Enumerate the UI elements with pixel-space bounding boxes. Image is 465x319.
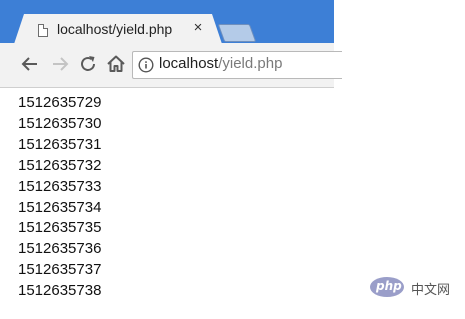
- output-line: 1512635732: [18, 156, 102, 174]
- php-logo: php: [370, 277, 404, 297]
- home-icon[interactable]: [104, 52, 128, 76]
- url-host: localhost: [159, 55, 219, 72]
- browser-window: localhost/yield.php × localhost/yield.ph…: [0, 0, 465, 319]
- url-path: /yield.php: [218, 55, 283, 72]
- address-url[interactable]: localhost/yield.php: [159, 55, 282, 72]
- output-line: 1512635733: [18, 177, 102, 195]
- close-icon[interactable]: ×: [190, 20, 206, 36]
- php-logo-text: php: [376, 279, 402, 293]
- new-tab-button[interactable]: [217, 24, 257, 42]
- info-icon[interactable]: [138, 57, 154, 73]
- output-line: 1512635729: [18, 94, 102, 111]
- page-icon: [38, 24, 48, 37]
- reload-icon[interactable]: [76, 52, 100, 76]
- output-line: 1512635738: [18, 282, 102, 300]
- back-arrow-icon[interactable]: [18, 52, 42, 76]
- output-line: 1512635731: [18, 135, 102, 153]
- output-line: 1512635736: [18, 240, 102, 258]
- tab-title: localhost/yield.php: [57, 21, 173, 37]
- forward-arrow-icon[interactable]: [48, 52, 72, 76]
- watermark-site-text: 中文网: [411, 282, 451, 297]
- output-line: 1512635734: [18, 198, 102, 216]
- page-output: 1512635729 1512635730 1512635731 1512635…: [18, 93, 101, 302]
- output-line: 1512635730: [18, 114, 102, 132]
- output-line: 1512635735: [18, 219, 102, 237]
- output-line: 1512635737: [18, 261, 102, 279]
